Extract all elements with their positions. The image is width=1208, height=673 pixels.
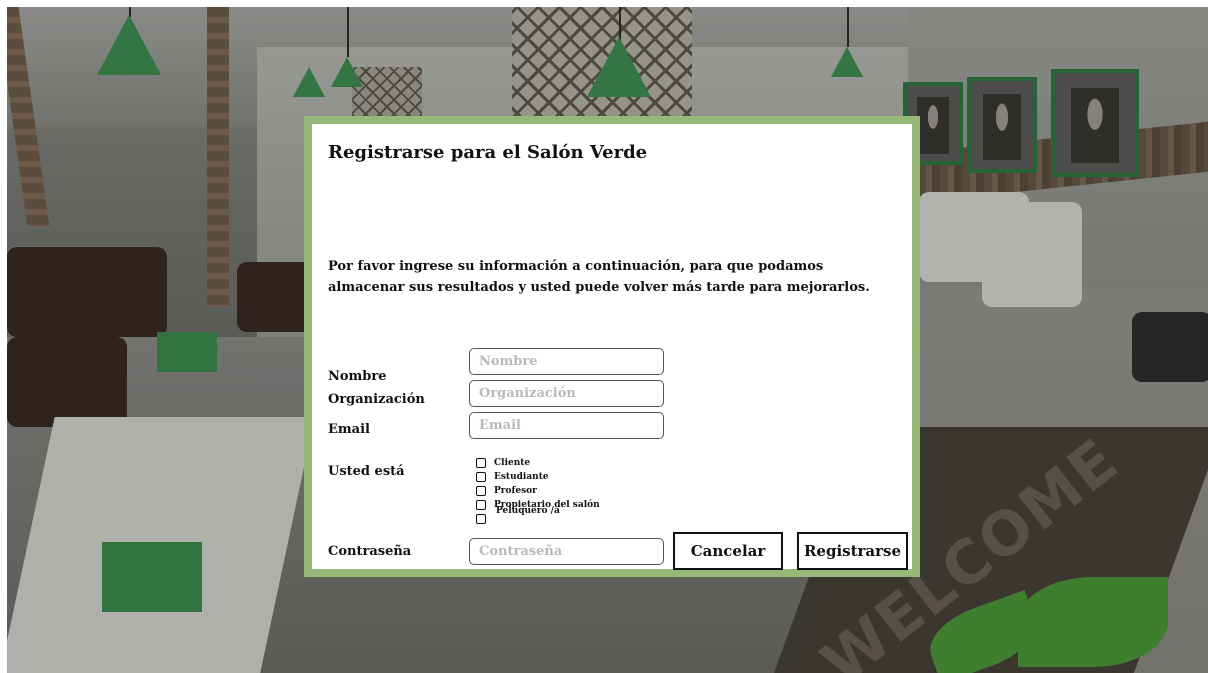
role-option-label: Cliente — [494, 458, 531, 468]
cancel-button[interactable]: Cancelar — [673, 532, 783, 570]
role-option-peluquero: Peluquero /a — [476, 506, 600, 526]
role-label: Usted está — [328, 464, 405, 479]
register-button[interactable]: Registrarse — [797, 532, 908, 570]
dialog-intro: Por favor ingrese su información a conti… — [328, 259, 870, 295]
role-option-profesor: Profesor — [476, 484, 600, 498]
role-checkbox-group: Cliente Estudiante Profesor Propietario … — [476, 456, 600, 526]
role-option-estudiante: Estudiante — [476, 470, 600, 484]
registration-dialog: Registrarse para el Salón Verde Por favo… — [304, 116, 920, 577]
role-option-label: Profesor — [494, 486, 537, 496]
name-input[interactable] — [469, 348, 664, 375]
checkbox-propietario[interactable] — [476, 500, 486, 510]
organization-label: Organización — [328, 392, 425, 407]
organization-input[interactable] — [469, 380, 664, 407]
role-option-cliente: Cliente — [476, 456, 600, 470]
checkbox-profesor[interactable] — [476, 486, 486, 496]
email-input[interactable] — [469, 412, 664, 439]
checkbox-estudiante[interactable] — [476, 472, 486, 482]
role-option-label: Estudiante — [494, 472, 549, 482]
checkbox-cliente[interactable] — [476, 458, 486, 468]
registration-panel: Registrarse para el Salón Verde Por favo… — [312, 124, 912, 570]
email-label: Email — [328, 422, 370, 437]
checkbox-peluquero[interactable] — [476, 514, 486, 524]
password-input[interactable] — [469, 538, 664, 565]
name-label: Nombre — [328, 369, 387, 384]
role-option-label: Peluquero /a — [496, 506, 560, 516]
dialog-title: Registrarse para el Salón Verde — [328, 142, 648, 163]
password-label: Contraseña — [328, 544, 412, 559]
